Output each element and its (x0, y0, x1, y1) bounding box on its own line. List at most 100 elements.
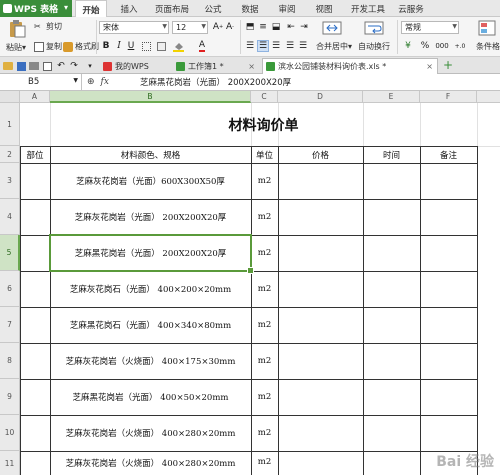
menu-tab-developer[interactable]: 开发工具 (346, 0, 390, 17)
copy-button[interactable]: 复制 (34, 41, 62, 52)
header-cell-location[interactable]: 部位 (20, 146, 50, 163)
material-cell[interactable]: 芝麻黑花岗岩（光面） 400×50×20mm (50, 379, 251, 415)
align-bottom-icon[interactable]: ⬓ (270, 21, 282, 33)
align-center-icon[interactable]: ☰ (257, 40, 269, 52)
unit-cell[interactable]: m2 (251, 307, 278, 343)
material-cell[interactable]: 芝麻黑花岗石（光面） 400×340×80mm (50, 307, 251, 343)
header-cell-remarks[interactable]: 备注 (420, 146, 477, 163)
indent-increase-icon[interactable]: ⇥ (298, 21, 310, 33)
row-header-4[interactable]: 4 (0, 199, 20, 235)
merge-center-button[interactable]: 合并居中 ▾ (316, 41, 352, 52)
select-all-corner[interactable] (0, 91, 20, 103)
bold-icon[interactable]: B (100, 40, 112, 52)
font-shrink-icon[interactable]: A- (224, 21, 236, 33)
unit-cell[interactable]: m2 (251, 271, 278, 307)
material-cell[interactable]: 芝麻灰花岗岩（火烧面） 400×280×20mm (50, 451, 251, 475)
fx-icon[interactable]: fx (101, 77, 109, 87)
header-cell-price[interactable]: 价格 (278, 146, 363, 163)
unit-cell[interactable]: m2 (251, 415, 278, 451)
menu-tab-view[interactable]: 视图 (310, 0, 338, 17)
align-middle-icon[interactable]: ≡ (257, 21, 269, 33)
unit-cell[interactable]: m2 (251, 379, 278, 415)
tab-price-sheet[interactable]: 滨水公园铺装材料询价表.xls * × (262, 58, 438, 74)
name-box[interactable]: B5 ▼ (0, 74, 82, 90)
column-header-b[interactable]: B (50, 91, 251, 103)
row-header-9[interactable]: 9 (0, 379, 20, 415)
cut-button[interactable]: ✂ 剪切 (34, 21, 62, 32)
row-header-3[interactable]: 3 (0, 163, 20, 199)
number-format-select[interactable]: 常规 ▼ (401, 21, 459, 34)
close-icon[interactable]: × (426, 62, 433, 71)
menu-tab-cloud[interactable]: 云服务 (394, 0, 428, 17)
underline-icon[interactable]: U (125, 40, 137, 52)
font-name-select[interactable]: 宋体 ▼ (99, 21, 169, 34)
column-header-a[interactable]: A (20, 91, 50, 103)
new-tab-icon[interactable]: + (442, 58, 454, 72)
column-header-d[interactable]: D (278, 91, 363, 103)
undo-icon[interactable]: ↶ (55, 60, 67, 72)
print-icon[interactable] (28, 60, 40, 72)
header-cell-unit[interactable]: 单位 (251, 146, 278, 163)
header-cell-time[interactable]: 时间 (363, 146, 420, 163)
row-header-11[interactable]: 11 (0, 451, 20, 475)
unit-cell[interactable]: m2 (251, 163, 278, 199)
font-size-select[interactable]: 12 ▼ (172, 21, 208, 34)
material-cell[interactable]: 芝麻灰花岗岩（光面） 200X200X20厚 (50, 199, 251, 235)
align-top-icon[interactable]: ⬒ (244, 21, 256, 33)
italic-icon[interactable]: I (113, 40, 125, 52)
row-header-2[interactable]: 2 (0, 146, 20, 163)
currency-icon[interactable]: ¥ (401, 40, 415, 52)
material-cell[interactable]: 芝麻灰花岗岩（光面）600X300X50厚 (50, 163, 251, 199)
decimal-icon[interactable]: +.0 (452, 40, 468, 52)
tab-my-wps[interactable]: 我的WPS (100, 58, 170, 74)
wps-app-button[interactable]: WPS 表格 ▾ (0, 0, 72, 17)
align-right-icon[interactable]: ☰ (270, 40, 282, 52)
paste-button[interactable]: 粘贴 ▾ (6, 42, 26, 53)
align-left-icon[interactable]: ☰ (244, 40, 256, 52)
conditional-format-button[interactable]: 条件格 (476, 41, 500, 52)
merge-center-icon[interactable] (322, 20, 342, 38)
zoom-icon[interactable]: ⊕ (87, 77, 95, 87)
thousands-icon[interactable]: 000 (434, 40, 450, 52)
header-cell-material[interactable]: 材料颜色、规格 (50, 146, 251, 163)
row-header-6[interactable]: 6 (0, 271, 20, 307)
menu-tab-insert[interactable]: 插入 (113, 0, 145, 17)
material-cell[interactable]: 芝麻灰花岗石（光面） 400×200×20mm (50, 271, 251, 307)
wrap-text-button[interactable]: 自动换行 (358, 41, 390, 52)
unit-cell[interactable]: m2 (251, 451, 278, 475)
merge-icon[interactable] (155, 40, 167, 52)
fill-color-icon[interactable] (172, 40, 184, 52)
menu-tab-page-layout[interactable]: 页面布局 (150, 0, 194, 17)
save-icon[interactable] (15, 60, 27, 72)
tab-workbook1[interactable]: 工作簿1 * × (173, 58, 259, 74)
format-painter-button[interactable]: 格式刷 (63, 41, 99, 52)
print-preview-icon[interactable] (41, 60, 53, 72)
formula-input[interactable]: 芝麻黑花岗岩（光面） 200X200X20厚 (140, 74, 291, 90)
row-header-10[interactable]: 10 (0, 415, 20, 451)
font-grow-icon[interactable]: A + (212, 21, 224, 33)
material-cell[interactable]: 芝麻灰花岗岩（火烧面） 400×175×30mm (50, 343, 251, 379)
menu-tab-review[interactable]: 审阅 (273, 0, 301, 17)
row-header-8[interactable]: 8 (0, 343, 20, 379)
open-folder-icon[interactable] (2, 60, 14, 72)
more-dropdown-icon[interactable]: ▾ (84, 60, 96, 72)
unit-cell[interactable]: m2 (251, 199, 278, 235)
spreadsheet-grid[interactable]: A B C D E F 1 2 3 4 5 6 7 8 9 10 11 材料询价… (0, 91, 500, 475)
border-icon[interactable] (140, 40, 152, 52)
row-header-1[interactable]: 1 (0, 103, 20, 146)
conditional-format-icon[interactable] (478, 20, 498, 38)
wrap-text-icon[interactable] (364, 20, 384, 38)
material-cell[interactable]: 芝麻灰花岗岩（火烧面） 400×280×20mm (50, 415, 251, 451)
redo-icon[interactable]: ↷ (68, 60, 80, 72)
column-header-c[interactable]: C (251, 91, 278, 103)
column-header-f[interactable]: F (420, 91, 477, 103)
close-icon[interactable]: × (248, 62, 255, 71)
percent-icon[interactable]: % (418, 40, 432, 52)
menu-tab-home[interactable]: 开始 (75, 0, 107, 18)
menu-tab-formulas[interactable]: 公式 (199, 0, 227, 17)
menu-tab-data[interactable]: 数据 (236, 0, 264, 17)
row-header-5[interactable]: 5 (0, 235, 20, 271)
paste-icon[interactable] (7, 20, 27, 38)
column-header-e[interactable]: E (363, 91, 420, 103)
indent-decrease-icon[interactable]: ⇤ (285, 21, 297, 33)
